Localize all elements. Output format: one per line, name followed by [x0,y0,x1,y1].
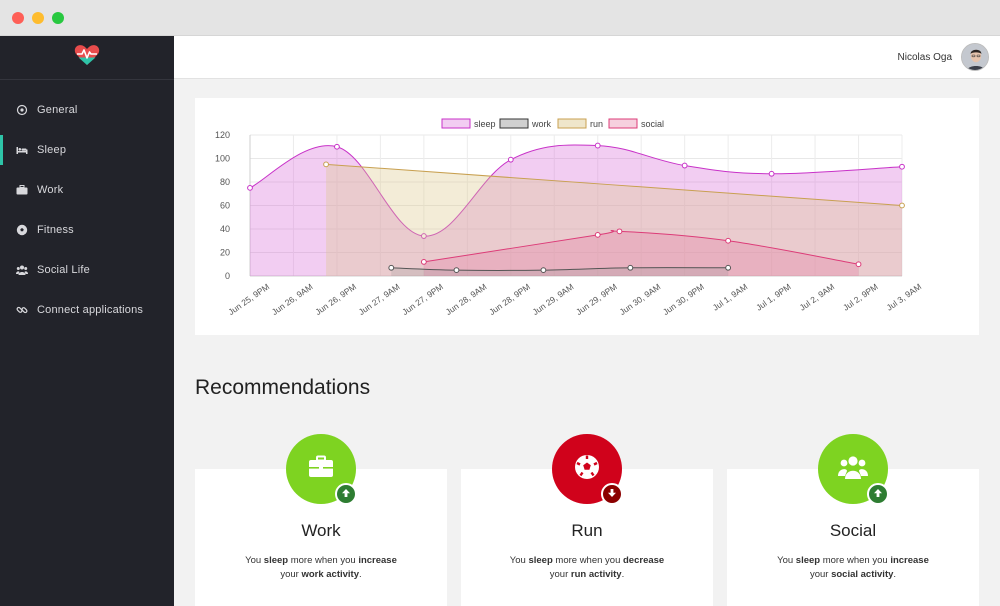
legend-swatch-run [557,118,587,129]
logo-area [0,36,174,80]
series-sleep-point [594,142,601,149]
y-tick-label: 40 [220,224,230,234]
x-tick-label: Jun 25, 9PM [226,281,271,317]
sidebar-item-label: Sleep [37,144,67,156]
x-tick-label: Jun 30, 9AM [618,281,663,317]
sleep-area-chart[interactable]: 020406080100120Jun 25, 9PMJun 26, 9AMJun… [195,98,979,335]
x-tick-label: Jun 29, 9AM [531,281,576,317]
series-sleep-point [768,170,775,177]
arrow-up-icon [873,485,883,503]
recommendation-name: Run [571,521,603,540]
series-sleep-point [507,156,514,163]
recommendations-title: Recommendations [195,376,371,399]
soccer-ball-icon [16,224,28,236]
heart-pulse-logo-icon[interactable] [74,44,100,71]
y-tick-label: 120 [215,130,230,140]
x-tick-label: Jun 27, 9AM [357,281,402,317]
arrow-down-icon [607,485,617,503]
sidebar-item-label: Work [37,184,64,196]
x-tick-label: Jul 3, 9AM [885,281,924,312]
sidebar-item-work[interactable]: Work [0,170,174,210]
x-tick-label: Jun 27, 9PM [400,281,445,317]
series-social-point [725,237,732,244]
series-social-point [855,261,862,268]
legend-swatch-social [608,118,638,129]
legend-label-work: work [531,119,552,129]
series-sleep-point [247,184,253,191]
minimize-window-button[interactable] [32,12,44,24]
y-tick-label: 20 [220,248,230,258]
x-tick-label: Jul 1, 9PM [754,281,793,312]
user-name[interactable]: Nicolas Oga [898,52,952,63]
sidebar-item-fitness[interactable]: Fitness [0,210,174,250]
sidebar-item-social-life[interactable]: Social Life [0,250,174,290]
series-work-point [627,264,634,271]
decrease-badge [601,483,623,505]
series-work-point [725,264,732,271]
series-sleep-point [334,143,340,150]
y-tick-label: 80 [220,177,230,187]
series-social-point [420,259,427,265]
maximize-window-button[interactable] [52,12,64,24]
legend-label-social: social [641,119,664,129]
series-social-point [594,231,601,238]
legend-swatch-work [499,118,529,129]
users-icon [838,454,868,485]
recommendation-name: Social [829,521,877,540]
x-tick-label: Jul 2, 9AM [798,281,837,312]
recommendation-text: You sleep more when you increase your wo… [245,555,397,580]
user-avatar[interactable] [961,43,989,71]
series-run-point [323,161,329,168]
increase-badge [867,483,889,505]
recommendation-text: You sleep more when you decrease your ru… [509,555,665,580]
x-tick-label: Jun 26, 9PM [313,281,358,317]
legend-swatch-sleep [441,118,471,129]
x-tick-label: Jun 29, 9PM [574,281,619,317]
x-tick-label: Jun 28, 9PM [487,281,532,317]
y-tick-label: 100 [215,154,230,164]
link-icon [16,304,28,316]
users-icon [16,264,28,276]
recommendation-name: Work [301,521,341,540]
series-sleep-point [681,162,688,169]
x-tick-label: Jun 28, 9AM [444,281,489,317]
legend-label-run: run [590,119,603,129]
briefcase-icon [308,455,334,484]
close-window-button[interactable] [12,12,24,24]
soccer-ball-icon [574,454,600,485]
sidebar-item-label: Fitness [37,224,74,236]
sleep-chart-card: 0 20 40 60 80 100 120 Jun 25, 9PM Jun 26, 9AM Jun… [195,98,979,335]
y-tick-label: 60 [220,201,230,211]
sidebar-item-sleep[interactable]: Sleep [0,130,174,170]
series-work-point [388,264,395,271]
legend-label-sleep: sleep [474,119,496,129]
briefcase-icon [16,184,28,196]
sidebar-item-label: Connect applications [37,304,144,316]
x-tick-label: Jun 26, 9AM [270,281,315,317]
series-sleep-point [899,163,905,170]
sidebar-item-connect-applications[interactable]: Connect applications [0,290,174,330]
series-social-point [616,228,623,235]
target-icon [16,104,28,116]
sidebar-item-general[interactable]: General [0,90,174,130]
arrow-up-icon [341,485,351,503]
bed-icon [16,144,28,156]
increase-badge [335,483,357,505]
y-tick-label: 0 [225,271,230,281]
x-tick-label: Jul 2, 9PM [841,281,880,312]
top-bar: Nicolas Oga [174,36,1000,79]
sidebar-item-label: General [37,104,78,116]
series-run-point [899,202,905,209]
series-work-point [540,267,547,274]
sidebar-item-label: Social Life [37,264,90,276]
series-work-point [453,267,460,274]
x-tick-label: Jul 1, 9AM [711,281,750,312]
title-bar [0,0,1000,36]
sidebar-nav: General Sleep Work Fitness Social Life C… [0,90,174,330]
x-tick-label: Jun 30, 9PM [661,281,706,317]
sidebar: General Sleep Work Fitness Social Life C… [0,36,174,606]
recommendation-text: You sleep more when you increase your so… [777,555,929,580]
app-window: General Sleep Work Fitness Social Life C… [0,0,1000,606]
